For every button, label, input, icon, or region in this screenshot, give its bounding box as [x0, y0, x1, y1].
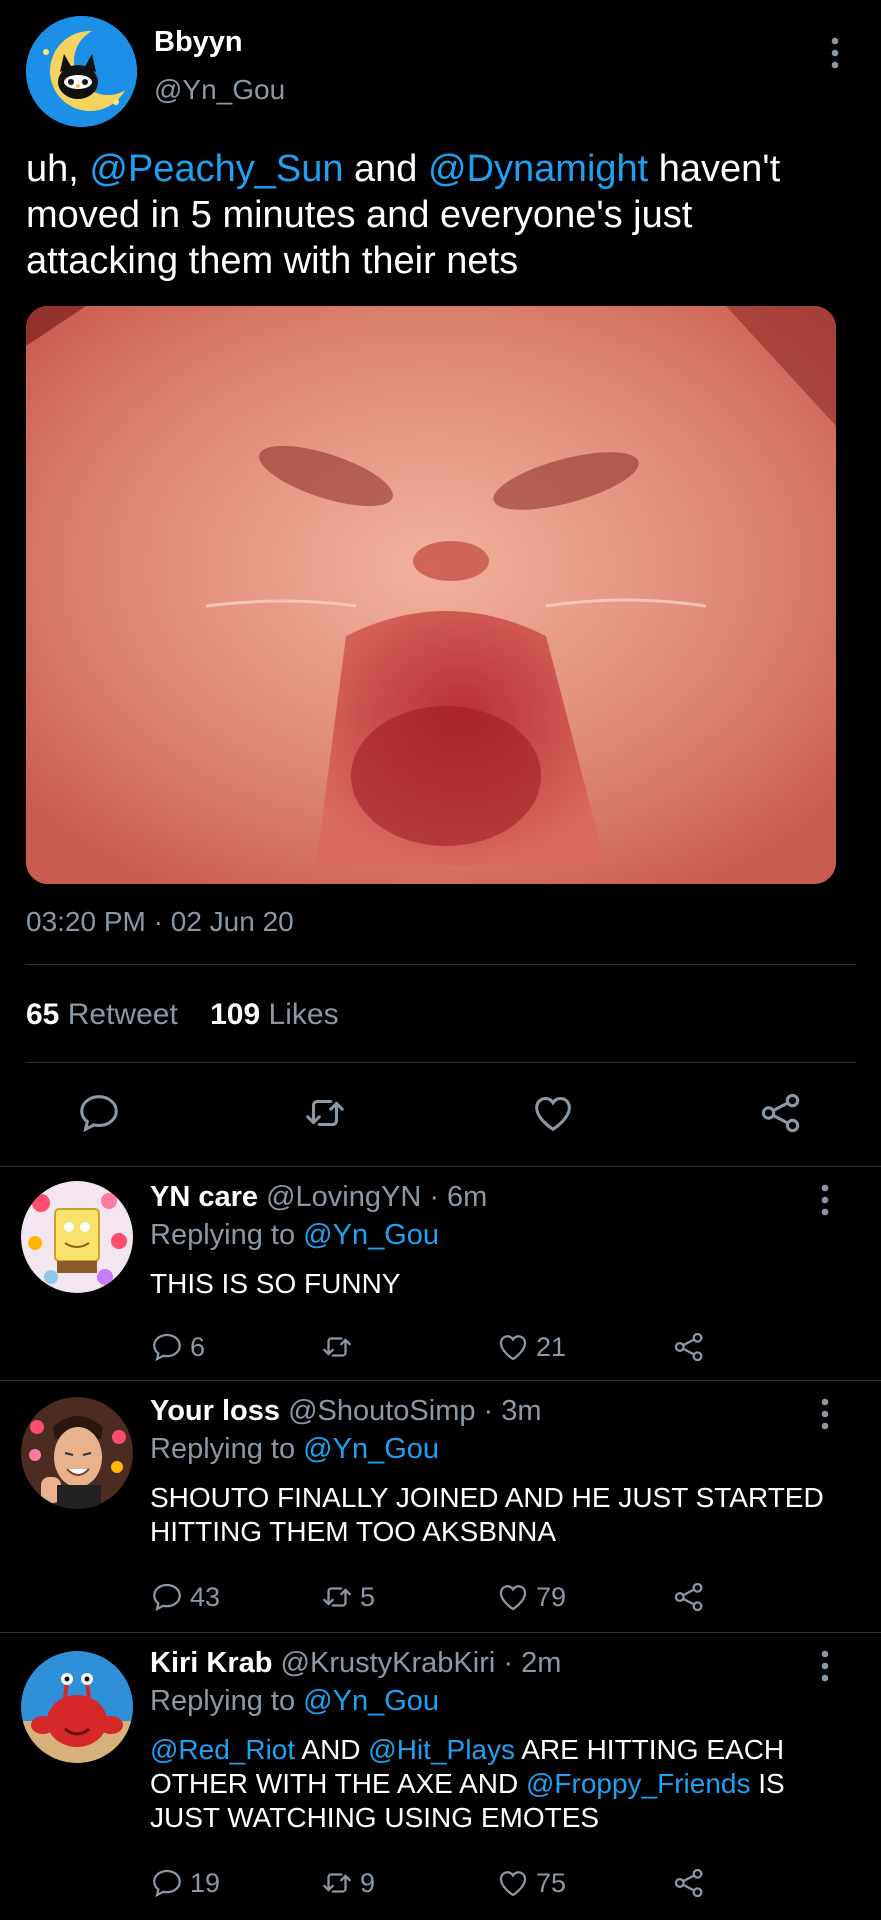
share-action[interactable] — [672, 1577, 712, 1617]
replying-label: Replying to — [150, 1219, 304, 1251]
retweet-action[interactable]: 9 — [320, 1863, 375, 1903]
reply-text: @Red_Riot AND @Hit_Plays ARE HITTING EAC… — [150, 1733, 850, 1835]
mention-link[interactable]: @Dynamight — [428, 148, 648, 190]
more-vertical-icon[interactable] — [812, 1397, 838, 1431]
divider — [26, 964, 856, 965]
reply-header: Your loss @ShoutoSimp · 3m — [150, 1395, 542, 1428]
tweet-text-segment: and — [343, 148, 428, 190]
share-icon — [674, 1868, 703, 1898]
retweet-count: 65 — [26, 998, 60, 1031]
mention-link[interactable]: @Red_Riot — [150, 1734, 295, 1765]
reply-icon — [153, 1583, 181, 1612]
mention-link[interactable]: @Hit_Plays — [368, 1734, 515, 1765]
reply-tweet[interactable]: Your loss @ShoutoSimp · 3m Replying to @… — [0, 1380, 881, 1632]
heart-icon[interactable] — [530, 1090, 576, 1136]
retweet-icon[interactable] — [302, 1090, 348, 1136]
tweet-stats: 65 Retweet 109 Likes — [26, 998, 363, 1032]
reply-handle[interactable]: @KrustyKrabKiri — [281, 1647, 496, 1679]
like-action[interactable]: 79 — [496, 1577, 566, 1617]
reply-time: · 2m — [495, 1647, 562, 1679]
reply-text: SHOUTO FINALLY JOINED AND HE JUST STARTE… — [150, 1482, 824, 1547]
like-action[interactable]: 75 — [496, 1863, 566, 1903]
replying-to-mention[interactable]: @Yn_Gou — [303, 1685, 439, 1717]
reply-display-name[interactable]: YN care — [150, 1181, 258, 1213]
share-icon[interactable] — [758, 1090, 804, 1136]
like-action[interactable]: 21 — [496, 1327, 566, 1367]
likes-stat[interactable]: 109 Likes — [210, 998, 338, 1031]
avatar[interactable] — [21, 1651, 133, 1763]
timestamp-separator: · — [145, 906, 171, 937]
retweet-count: 9 — [360, 1867, 376, 1898]
heart-icon — [499, 1871, 527, 1897]
reply-action[interactable]: 6 — [150, 1327, 205, 1367]
reply-header: YN care @LovingYN · 6m — [150, 1181, 487, 1214]
retweet-count: 5 — [360, 1581, 376, 1612]
reply-action[interactable]: 19 — [150, 1863, 220, 1903]
replying-to: Replying to @Yn_Gou — [150, 1219, 439, 1252]
replying-label: Replying to — [150, 1433, 304, 1465]
reply-icon — [153, 1333, 181, 1362]
reply-display-name[interactable]: Kiri Krab — [150, 1647, 272, 1679]
mention-link[interactable]: @Peachy_Sun — [89, 148, 343, 190]
tweet-time: 03:20 PM — [26, 906, 146, 937]
tweet-timestamp: 03:20 PM · 02 Jun 20 — [26, 906, 294, 938]
more-vertical-icon[interactable] — [822, 36, 848, 70]
reply-text: THIS IS SO FUNNY — [150, 1268, 401, 1299]
tweet-media-image[interactable] — [26, 306, 836, 884]
tweet-text-segment: uh, — [26, 148, 90, 190]
retweet-icon — [323, 1873, 351, 1893]
replying-to: Replying to @Yn_Gou — [150, 1433, 439, 1466]
avatar[interactable] — [21, 1397, 133, 1509]
share-icon — [674, 1582, 703, 1612]
like-count: 21 — [536, 1331, 567, 1362]
share-icon — [674, 1332, 703, 1362]
reply-header: Kiri Krab @KrustyKrabKiri · 2m — [150, 1647, 561, 1680]
user-handle[interactable]: @Yn_Gou — [154, 74, 285, 106]
reply-handle[interactable]: @LovingYN — [266, 1181, 421, 1213]
retweet-stat[interactable]: 65 Retweet — [26, 998, 178, 1031]
like-count: 79 — [536, 1581, 567, 1612]
retweet-icon — [323, 1587, 351, 1607]
retweet-action[interactable] — [320, 1327, 360, 1367]
display-name[interactable]: Bbyyn — [154, 26, 243, 59]
divider — [26, 1062, 856, 1063]
tweet-date: 02 Jun 20 — [170, 906, 294, 937]
share-action[interactable] — [672, 1863, 712, 1903]
main-tweet: Bbyyn @Yn_Gou uh, @Peachy_Sun and @Dynam… — [0, 0, 881, 1170]
tweet-text: uh, @Peachy_Sun and @Dynamight haven't m… — [26, 146, 846, 284]
reply-handle[interactable]: @ShoutoSimp — [288, 1395, 475, 1427]
likes-count: 109 — [210, 998, 261, 1031]
heart-icon — [499, 1335, 527, 1361]
reply-count: 19 — [190, 1867, 221, 1898]
reply-tweet[interactable]: YN care @LovingYN · 6m Replying to @Yn_G… — [0, 1166, 881, 1380]
reply-count: 43 — [190, 1581, 221, 1612]
reply-display-name[interactable]: Your loss — [150, 1395, 280, 1427]
retweet-action[interactable]: 5 — [320, 1577, 375, 1617]
likes-label: Likes — [268, 998, 339, 1031]
replying-to: Replying to @Yn_Gou — [150, 1685, 439, 1718]
replying-label: Replying to — [150, 1685, 304, 1717]
reply-count: 6 — [190, 1331, 206, 1362]
reply-time: · 6m — [421, 1181, 488, 1213]
more-vertical-icon[interactable] — [812, 1183, 838, 1217]
mention-link[interactable]: @Froppy_Friends — [526, 1768, 751, 1799]
reply-text-segment: AND — [295, 1734, 369, 1765]
reply-action[interactable]: 43 — [150, 1577, 220, 1617]
more-vertical-icon[interactable] — [812, 1649, 838, 1683]
reply-icon[interactable] — [76, 1090, 122, 1136]
reply-time: · 3m — [475, 1395, 542, 1427]
heart-icon — [499, 1585, 527, 1611]
replying-to-mention[interactable]: @Yn_Gou — [303, 1433, 439, 1465]
retweet-icon — [323, 1337, 351, 1357]
reply-tweet[interactable]: Kiri Krab @KrustyKrabKiri · 2m Replying … — [0, 1632, 881, 1920]
replying-to-mention[interactable]: @Yn_Gou — [303, 1219, 439, 1251]
avatar[interactable] — [26, 16, 137, 127]
like-count: 75 — [536, 1867, 567, 1898]
share-action[interactable] — [672, 1327, 712, 1367]
reply-icon — [153, 1869, 181, 1898]
avatar[interactable] — [21, 1181, 133, 1293]
retweet-label: Retweet — [67, 998, 178, 1031]
